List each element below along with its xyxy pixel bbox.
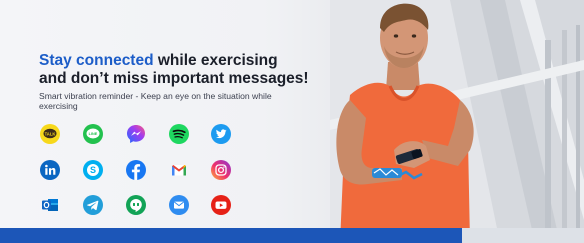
telegram-icon bbox=[82, 194, 104, 216]
athlete-image bbox=[336, 3, 474, 243]
svg-text:TALK: TALK bbox=[45, 131, 56, 136]
promo-banner: Stay connected while exercising and don’… bbox=[0, 0, 584, 243]
linkedin-icon bbox=[39, 159, 61, 181]
headline-accent: Stay connected bbox=[39, 52, 154, 69]
kakaotalk-icon: TALK bbox=[39, 123, 61, 145]
twitter-icon bbox=[210, 123, 232, 145]
hangouts-icon bbox=[125, 194, 147, 216]
youtube-icon bbox=[210, 194, 232, 216]
headline-line2: and don’t miss important messages! bbox=[39, 70, 309, 87]
bottom-bar bbox=[0, 228, 584, 243]
svg-text:LINE: LINE bbox=[89, 132, 98, 136]
spotify-icon bbox=[168, 123, 190, 145]
headline: Stay connected while exercising and don’… bbox=[39, 52, 339, 88]
headline-rest: while exercising bbox=[153, 52, 278, 69]
subtext: Smart vibration reminder - Keep an eye o… bbox=[39, 91, 272, 111]
skype-icon: S bbox=[82, 159, 104, 181]
facebook-icon bbox=[125, 159, 147, 181]
bottom-bar-light-section bbox=[462, 228, 584, 243]
svg-text:S: S bbox=[90, 165, 96, 175]
gmail-icon bbox=[168, 159, 190, 181]
instagram-icon bbox=[210, 159, 232, 181]
messenger-icon bbox=[125, 123, 147, 145]
outlook-icon bbox=[39, 194, 61, 216]
mail-icon bbox=[168, 194, 190, 216]
line-icon: LINE bbox=[82, 123, 104, 145]
